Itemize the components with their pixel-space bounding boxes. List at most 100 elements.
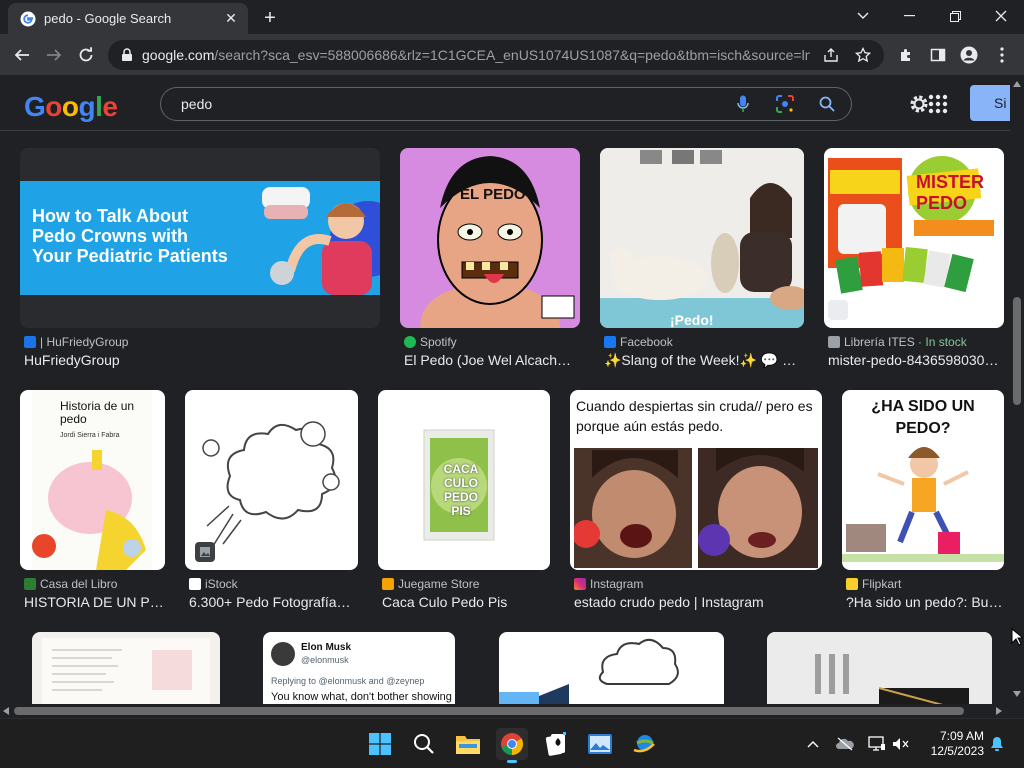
- app-globe-icon[interactable]: [628, 728, 660, 760]
- meme-photos: [574, 448, 818, 568]
- reload-icon[interactable]: [72, 41, 100, 69]
- show-hidden-icons-chevron-icon[interactable]: [804, 735, 822, 753]
- source-name: iStock: [205, 577, 238, 591]
- site-favicon-icon: [382, 578, 394, 590]
- avatar: [271, 642, 295, 666]
- site-favicon-icon: [24, 336, 36, 348]
- result-source: | HuFriedyGroup: [24, 335, 128, 349]
- result-thumbnail[interactable]: Historia de un pedo Jordi Sierra i Fabra: [20, 390, 165, 570]
- url-host: google.com: [142, 47, 215, 63]
- result-thumbnail[interactable]: How to Talk About Pedo Crowns with Your …: [20, 148, 380, 328]
- source-name: Casa del Libro: [40, 577, 118, 591]
- search-input[interactable]: [181, 96, 713, 112]
- result-source: Juegame Store: [382, 577, 479, 591]
- new-tab-icon[interactable]: +: [258, 6, 282, 30]
- close-window-icon[interactable]: [978, 4, 1024, 28]
- google-header: Google Si: [0, 77, 1024, 131]
- source-name: Instagram: [590, 577, 644, 591]
- scroll-up-arrow-icon[interactable]: [1013, 81, 1021, 87]
- meme-caption: Cuando despiertas sin cruda// pero es po…: [576, 398, 813, 434]
- result-title[interactable]: 6.300+ Pedo Fotografía…: [189, 594, 359, 610]
- tab-close-icon[interactable]: ✕: [222, 10, 240, 28]
- source-name: Librería ITES: [844, 335, 915, 349]
- result-title[interactable]: ?Ha sido un pedo?: Bu…: [846, 594, 1004, 610]
- scroll-right-arrow-icon[interactable]: [996, 707, 1002, 715]
- search-box[interactable]: [160, 87, 852, 121]
- logo-letter: l: [95, 91, 103, 122]
- volume-muted-icon[interactable]: [892, 735, 910, 753]
- address-bar[interactable]: google.com/search?sca_esv=588006686&rlz=…: [108, 40, 884, 70]
- tweet-handle: @elonmusk: [301, 655, 349, 665]
- photos-app-icon[interactable]: [584, 728, 616, 760]
- onedrive-cloud-icon[interactable]: [836, 735, 854, 753]
- vertical-scrollbar[interactable]: [1010, 77, 1024, 704]
- lock-icon[interactable]: [120, 48, 134, 62]
- mouse-cursor-icon: [1011, 628, 1023, 646]
- child-photo: [250, 181, 380, 295]
- site-favicon-icon: [828, 336, 840, 348]
- thumb-caption: MISTER PEDO: [916, 172, 985, 213]
- menu-kebab-icon[interactable]: [990, 43, 1014, 67]
- result-title[interactable]: estado crudo pedo | Instagram: [574, 594, 818, 610]
- result-title[interactable]: Caca Culo Pedo Pis: [382, 594, 550, 610]
- notification-bell-icon[interactable]: [988, 735, 1006, 753]
- minimize-icon[interactable]: [886, 4, 932, 28]
- taskbar-search-icon[interactable]: [408, 728, 440, 760]
- search-icon[interactable]: [815, 92, 839, 116]
- share-icon[interactable]: [820, 44, 842, 66]
- url-path: /search?sca_esv=588006686&rlz=1C1GCEA_en…: [214, 47, 810, 63]
- restore-icon[interactable]: [932, 4, 978, 28]
- vertical-scroll-thumb[interactable]: [1013, 297, 1021, 405]
- voice-search-icon[interactable]: [731, 92, 755, 116]
- forward-icon[interactable]: [40, 41, 68, 69]
- book-title: ¿HA SIDO UN PEDO?: [871, 398, 975, 437]
- chrome-taskbar-icon[interactable]: [496, 728, 528, 763]
- tab-google-search[interactable]: pedo - Google Search ✕: [8, 3, 248, 34]
- result-thumbnail[interactable]: [32, 632, 220, 704]
- scroll-down-arrow-icon[interactable]: [1013, 691, 1021, 697]
- tweet-body: You know what, don't bother showing: [271, 691, 452, 703]
- network-monitor-icon[interactable]: [868, 735, 886, 753]
- result-title[interactable]: HISTORIA DE UN P…: [24, 594, 164, 610]
- horizontal-scrollbar[interactable]: [0, 704, 1010, 718]
- result-title[interactable]: El Pedo (Joe Wel Alcach…: [404, 352, 576, 368]
- tab-search-chevron-icon[interactable]: [840, 4, 886, 28]
- result-source: Instagram: [574, 577, 643, 591]
- result-thumbnail[interactable]: [767, 632, 992, 704]
- result-thumbnail[interactable]: CACA CULO PEDO PIS: [378, 390, 550, 570]
- profile-icon[interactable]: [957, 43, 981, 67]
- result-thumbnail[interactable]: Elon Musk @elonmusk Replying to @elonmus…: [263, 632, 455, 704]
- google-logo[interactable]: Google: [24, 91, 118, 123]
- result-thumbnail[interactable]: Cuando despiertas sin cruda// pero es po…: [570, 390, 822, 570]
- product-photo: [767, 632, 992, 704]
- thumb-caption: ¡Pedo!: [670, 312, 714, 328]
- google-apps-grid-icon[interactable]: [928, 94, 948, 114]
- horizontal-scroll-thumb[interactable]: [14, 707, 964, 715]
- file-explorer-icon[interactable]: [452, 728, 484, 760]
- result-thumbnail[interactable]: MISTER PEDO: [824, 148, 1004, 328]
- result-thumbnail[interactable]: ¿HA SIDO UN PEDO?: [842, 390, 1004, 570]
- side-panel-icon[interactable]: [926, 43, 950, 67]
- instagram-favicon-icon: [574, 578, 586, 590]
- facebook-favicon-icon: [604, 336, 616, 348]
- solitaire-icon[interactable]: [540, 728, 572, 760]
- result-title[interactable]: ✨Slang of the Week!✨ 💬 …: [604, 352, 800, 369]
- settings-gear-icon[interactable]: [908, 93, 930, 115]
- album-art: [420, 156, 575, 328]
- extensions-icon[interactable]: [894, 43, 918, 67]
- result-thumbnail[interactable]: [185, 390, 358, 570]
- start-windows-icon[interactable]: [364, 728, 396, 760]
- source-name: Facebook: [620, 335, 673, 349]
- back-icon[interactable]: [8, 41, 36, 69]
- result-thumbnail[interactable]: EL PEDO: [400, 148, 580, 328]
- result-title[interactable]: mister-pedo-8436598030…: [828, 352, 1004, 368]
- scroll-left-arrow-icon[interactable]: [3, 707, 9, 715]
- lens-search-icon[interactable]: [773, 92, 797, 116]
- result-title[interactable]: HuFriedyGroup: [24, 352, 374, 368]
- result-thumbnail[interactable]: ¡Pedo!: [600, 148, 804, 328]
- bookmark-star-icon[interactable]: [852, 44, 874, 66]
- url-text[interactable]: google.com/search?sca_esv=588006686&rlz=…: [142, 47, 810, 63]
- system-clock[interactable]: 7:09 AM 12/5/2023: [918, 729, 984, 759]
- book-illustration: [842, 447, 1004, 562]
- result-thumbnail[interactable]: [499, 632, 724, 704]
